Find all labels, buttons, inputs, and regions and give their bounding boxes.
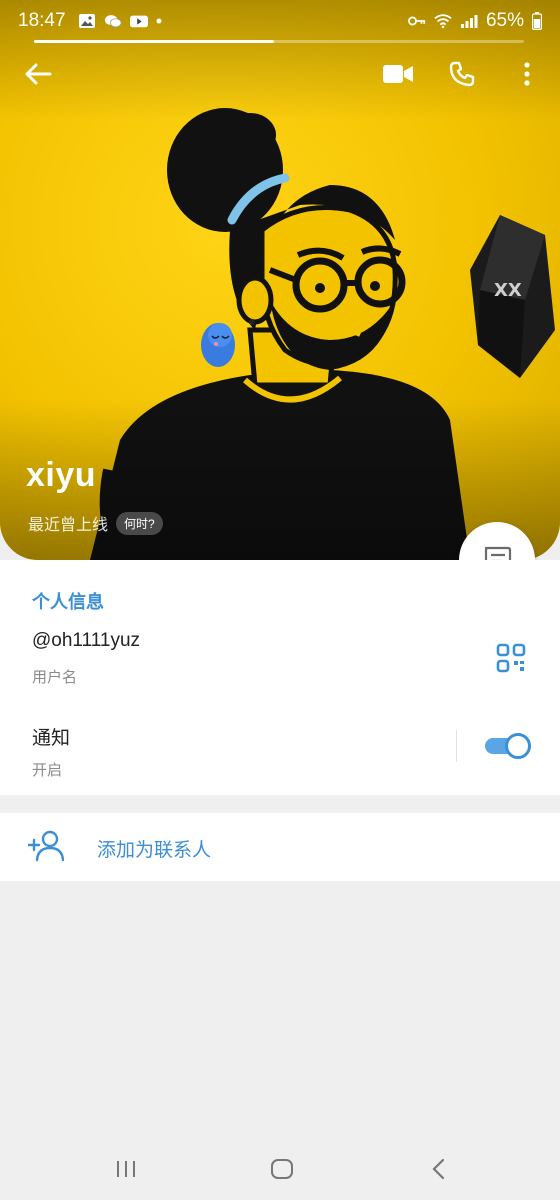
- wechat-icon: [104, 15, 122, 28]
- chevron-left-icon: [432, 1158, 445, 1180]
- story-progress-bar: [34, 40, 524, 43]
- svg-text:XX: XX: [494, 280, 522, 301]
- notifications-toggle[interactable]: [485, 732, 531, 760]
- profile-name: xiyu: [26, 456, 97, 494]
- last-seen-status: 最近曾上线 何时?: [28, 511, 163, 535]
- divider: [456, 730, 457, 762]
- back-button[interactable]: [18, 54, 58, 94]
- add-user-icon: [28, 830, 64, 862]
- notification-icons: [78, 13, 162, 29]
- home-button[interactable]: [262, 1154, 302, 1184]
- phone-icon: [449, 61, 475, 87]
- nav-back-button[interactable]: [418, 1154, 458, 1184]
- battery-icon: [532, 12, 542, 30]
- more-vertical-icon: [524, 62, 530, 86]
- username-label: 用户名: [32, 669, 78, 686]
- last-seen-text: 最近曾上线: [28, 517, 109, 534]
- add-contact-button[interactable]: 添加为联系人: [0, 813, 560, 881]
- notifications-label[interactable]: 通知: [32, 723, 70, 750]
- more-options-button[interactable]: [507, 54, 547, 94]
- system-navigation-bar: [0, 1140, 560, 1200]
- when-chip[interactable]: 何时?: [116, 511, 163, 535]
- top-toolbar: [0, 50, 560, 96]
- youtube-icon: [129, 15, 148, 28]
- arrow-left-icon: [25, 63, 52, 85]
- gallery-icon: [78, 14, 95, 28]
- story-progress-fill: [34, 40, 275, 43]
- battery-percent: 65%: [485, 10, 524, 31]
- toggle-knob: [505, 733, 531, 759]
- qr-code-icon: [496, 643, 526, 673]
- system-icons: 65%: [407, 10, 542, 32]
- key-icon: [407, 16, 426, 26]
- section-gap: [0, 795, 560, 813]
- info-section: 个人信息 @oh1111yuz 用户名 通知 开启: [0, 560, 560, 795]
- add-contact-label: 添加为联系人: [97, 840, 212, 861]
- video-call-button[interactable]: [378, 54, 418, 94]
- recent-apps-button[interactable]: [106, 1154, 146, 1184]
- status-bar: 18:47 65%: [0, 0, 560, 42]
- wifi-icon: [434, 14, 452, 29]
- notifications-status: 开启: [32, 762, 63, 779]
- signal-icon: [460, 15, 478, 28]
- voice-call-button[interactable]: [442, 54, 482, 94]
- qr-code-button[interactable]: [495, 642, 527, 674]
- dot-icon: [156, 18, 162, 24]
- video-call-icon: [383, 65, 413, 83]
- section-title: 个人信息: [32, 592, 104, 612]
- username-value[interactable]: @oh1111yuz: [32, 630, 140, 652]
- profile-hero: XX 18:47 65% xiyu 最近曾上线 何时?: [0, 0, 560, 560]
- status-time: 18:47: [18, 10, 66, 31]
- home-icon: [271, 1159, 293, 1179]
- recent-apps-icon: [117, 1161, 135, 1177]
